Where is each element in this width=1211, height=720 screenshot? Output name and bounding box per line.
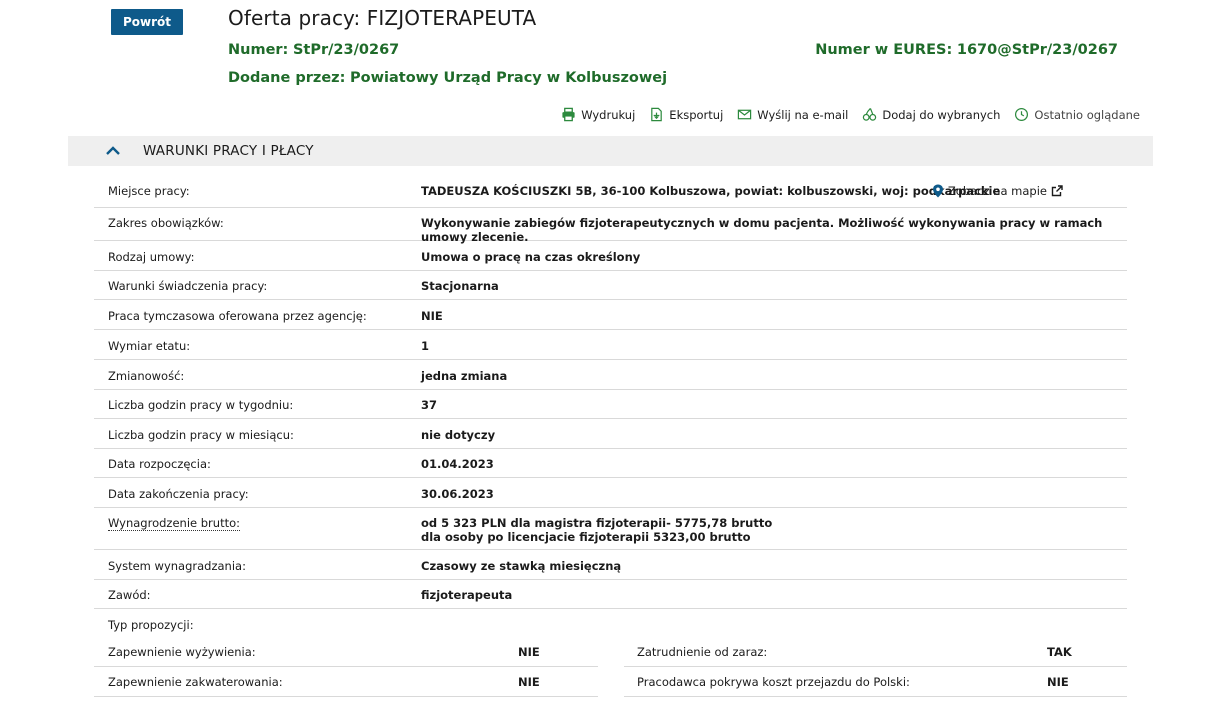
export-icon bbox=[651, 107, 663, 122]
table-row: Zmianowość: jedna zmiana bbox=[94, 360, 1127, 390]
recently-viewed-label: Ostatnio oglądane bbox=[1034, 107, 1140, 122]
row-value: NIE bbox=[1047, 674, 1069, 689]
table-row: Typ propozycji: bbox=[94, 609, 1127, 637]
row-label: Pracodawca pokrywa koszt przejazdu do Po… bbox=[637, 674, 910, 689]
table-row: Liczba godzin pracy w miesiącu: nie doty… bbox=[94, 419, 1127, 449]
row-value: TAK bbox=[1047, 644, 1072, 659]
map-link-label: Zobacz na mapie bbox=[947, 184, 1047, 198]
table-row: Zakres obowiązków: Wykonywanie zabiegów … bbox=[94, 208, 1127, 244]
table-row: Liczba godzin pracy w tygodniu: 37 bbox=[94, 390, 1127, 419]
favorite-label: Dodaj do wybranych bbox=[882, 107, 1001, 122]
row-value: NIE bbox=[421, 309, 443, 323]
row-value: NIE bbox=[518, 674, 540, 689]
row-label: Typ propozycji: bbox=[108, 618, 194, 632]
row-value: Czasowy ze stawką miesięczną bbox=[421, 559, 622, 573]
offer-number-label: Numer: bbox=[228, 42, 289, 58]
table-row: Miejsce pracy: TADEUSZA KOŚCIUSZKI 5B, 3… bbox=[94, 174, 1127, 208]
table-row: System wynagradzania: Czasowy ze stawką … bbox=[94, 550, 1127, 580]
table-row: Wymiar etatu: 1 bbox=[94, 330, 1127, 360]
export-button[interactable]: Eksportuj bbox=[649, 107, 723, 122]
print-button[interactable]: Wydrukuj bbox=[561, 107, 635, 122]
details-table: Miejsce pracy: TADEUSZA KOŚCIUSZKI 5B, 3… bbox=[94, 174, 1127, 697]
table-row: Zatrudnienie od zaraz: TAK bbox=[624, 637, 1127, 667]
table-row: Zapewnienie wyżywienia: NIE bbox=[94, 637, 598, 667]
favorite-button[interactable]: Dodaj do wybranych bbox=[862, 107, 1000, 122]
row-label: Zapewnienie zakwaterowania: bbox=[108, 674, 283, 689]
row-value: 1 bbox=[421, 339, 430, 353]
row-label: Zmianowość: bbox=[108, 369, 185, 383]
table-row: Pracodawca pokrywa koszt przejazdu do Po… bbox=[624, 667, 1127, 697]
email-label: Wyślij na e-mail bbox=[757, 107, 849, 122]
row-label: Praca tymczasowa oferowana przez agencję… bbox=[108, 309, 367, 323]
row-value: od 5 323 PLN dla magistra fizjoterapii- … bbox=[421, 516, 1127, 544]
external-link-icon bbox=[1051, 185, 1063, 197]
map-link[interactable]: Zobacz na mapie bbox=[932, 184, 1063, 198]
row-value: Umowa o pracę na czas określony bbox=[421, 250, 641, 264]
table-row: Praca tymczasowa oferowana przez agencję… bbox=[94, 300, 1127, 330]
row-label: Zatrudnienie od zaraz: bbox=[637, 644, 768, 659]
row-label: Zapewnienie wyżywienia: bbox=[108, 644, 256, 659]
row-label: Data zakończenia pracy: bbox=[108, 487, 249, 501]
row-label: Miejsce pracy: bbox=[108, 184, 190, 198]
offer-number-value: StPr/23/0267 bbox=[292, 42, 400, 58]
toolbar: Wydrukuj Eksportuj Wyślij na e-mail Doda… bbox=[561, 107, 1140, 122]
page-title: Oferta pracy: FIZJOTERAPEUTA bbox=[228, 6, 537, 30]
row-value: Wykonywanie zabiegów fizjoterapeutycznyc… bbox=[421, 216, 1103, 244]
row-value: 37 bbox=[421, 398, 438, 412]
eures-number-label: Numer w EURES: bbox=[815, 42, 953, 58]
map-pin-icon bbox=[932, 184, 943, 198]
added-by-label: Dodane przez: bbox=[228, 70, 346, 86]
envelope-icon bbox=[738, 109, 752, 120]
chevron-up-icon[interactable] bbox=[104, 142, 122, 160]
row-label: Zakres obowiązków: bbox=[108, 216, 224, 230]
offer-type-left-column: Zapewnienie wyżywienia: NIE Zapewnienie … bbox=[94, 637, 598, 697]
row-value: 01.04.2023 bbox=[421, 457, 494, 471]
row-label: Wynagrodzenie brutto: bbox=[94, 516, 421, 531]
row-label: Data rozpoczęcia: bbox=[108, 457, 211, 471]
cherries-icon bbox=[863, 107, 877, 121]
section-header[interactable]: WARUNKI PRACY I PŁACY bbox=[68, 136, 1153, 166]
table-row: Data zakończenia pracy: 30.06.2023 bbox=[94, 478, 1127, 508]
row-label: Liczba godzin pracy w miesiącu: bbox=[108, 428, 294, 442]
section-title: WARUNKI PRACY I PŁACY bbox=[143, 143, 314, 159]
offer-number: Numer: StPr/23/0267 bbox=[228, 42, 399, 58]
row-value: 30.06.2023 bbox=[421, 487, 494, 501]
row-label: Rodzaj umowy: bbox=[108, 250, 195, 264]
added-by-value: Powiatowy Urząd Pracy w Kolbuszowej bbox=[350, 70, 668, 86]
table-row: Zapewnienie zakwaterowania: NIE bbox=[94, 667, 598, 697]
row-label: Warunki świadczenia pracy: bbox=[108, 279, 268, 293]
printer-icon bbox=[562, 107, 575, 122]
print-label: Wydrukuj bbox=[581, 107, 636, 122]
row-label: Zawód: bbox=[108, 588, 151, 602]
row-value: jedna zmiana bbox=[421, 369, 508, 383]
salary-line-1: od 5 323 PLN dla magistra fizjoterapii- … bbox=[421, 516, 773, 530]
table-row: Rodzaj umowy: Umowa o pracę na czas okre… bbox=[94, 241, 1127, 271]
email-button[interactable]: Wyślij na e-mail bbox=[737, 107, 848, 122]
table-row: Zawód: fizjoterapeuta bbox=[94, 580, 1127, 609]
added-by: Dodane przez: Powiatowy Urząd Pracy w Ko… bbox=[228, 70, 667, 86]
recently-viewed-button[interactable]: Ostatnio oglądane bbox=[1014, 107, 1140, 122]
clock-icon bbox=[1015, 107, 1029, 122]
row-value: fizjoterapeuta bbox=[421, 588, 513, 602]
table-row: Data rozpoczęcia: 01.04.2023 bbox=[94, 449, 1127, 478]
eures-number-value: 1670@StPr/23/0267 bbox=[956, 42, 1118, 58]
row-value: nie dotyczy bbox=[421, 428, 496, 442]
offer-type-right-column: Zatrudnienie od zaraz: TAK Pracodawca po… bbox=[624, 637, 1127, 697]
offer-type-grid: Zapewnienie wyżywienia: NIE Zapewnienie … bbox=[94, 637, 1127, 697]
export-label: Eksportuj bbox=[669, 107, 724, 122]
table-row: Warunki świadczenia pracy: Stacjonarna bbox=[94, 271, 1127, 300]
row-label: System wynagradzania: bbox=[108, 559, 246, 573]
row-label: Wymiar etatu: bbox=[108, 339, 191, 353]
salary-line-2: dla osoby po licencjacie fizjoterapii 53… bbox=[421, 530, 751, 544]
row-value: Stacjonarna bbox=[421, 279, 499, 293]
row-value: NIE bbox=[518, 644, 540, 659]
salary-label[interactable]: Wynagrodzenie brutto: bbox=[108, 516, 240, 531]
eures-number: Numer w EURES: 1670@StPr/23/0267 bbox=[815, 42, 1118, 58]
table-row: Wynagrodzenie brutto: od 5 323 PLN dla m… bbox=[94, 508, 1127, 550]
back-button[interactable]: Powrót bbox=[111, 9, 183, 35]
row-label: Liczba godzin pracy w tygodniu: bbox=[108, 398, 294, 412]
